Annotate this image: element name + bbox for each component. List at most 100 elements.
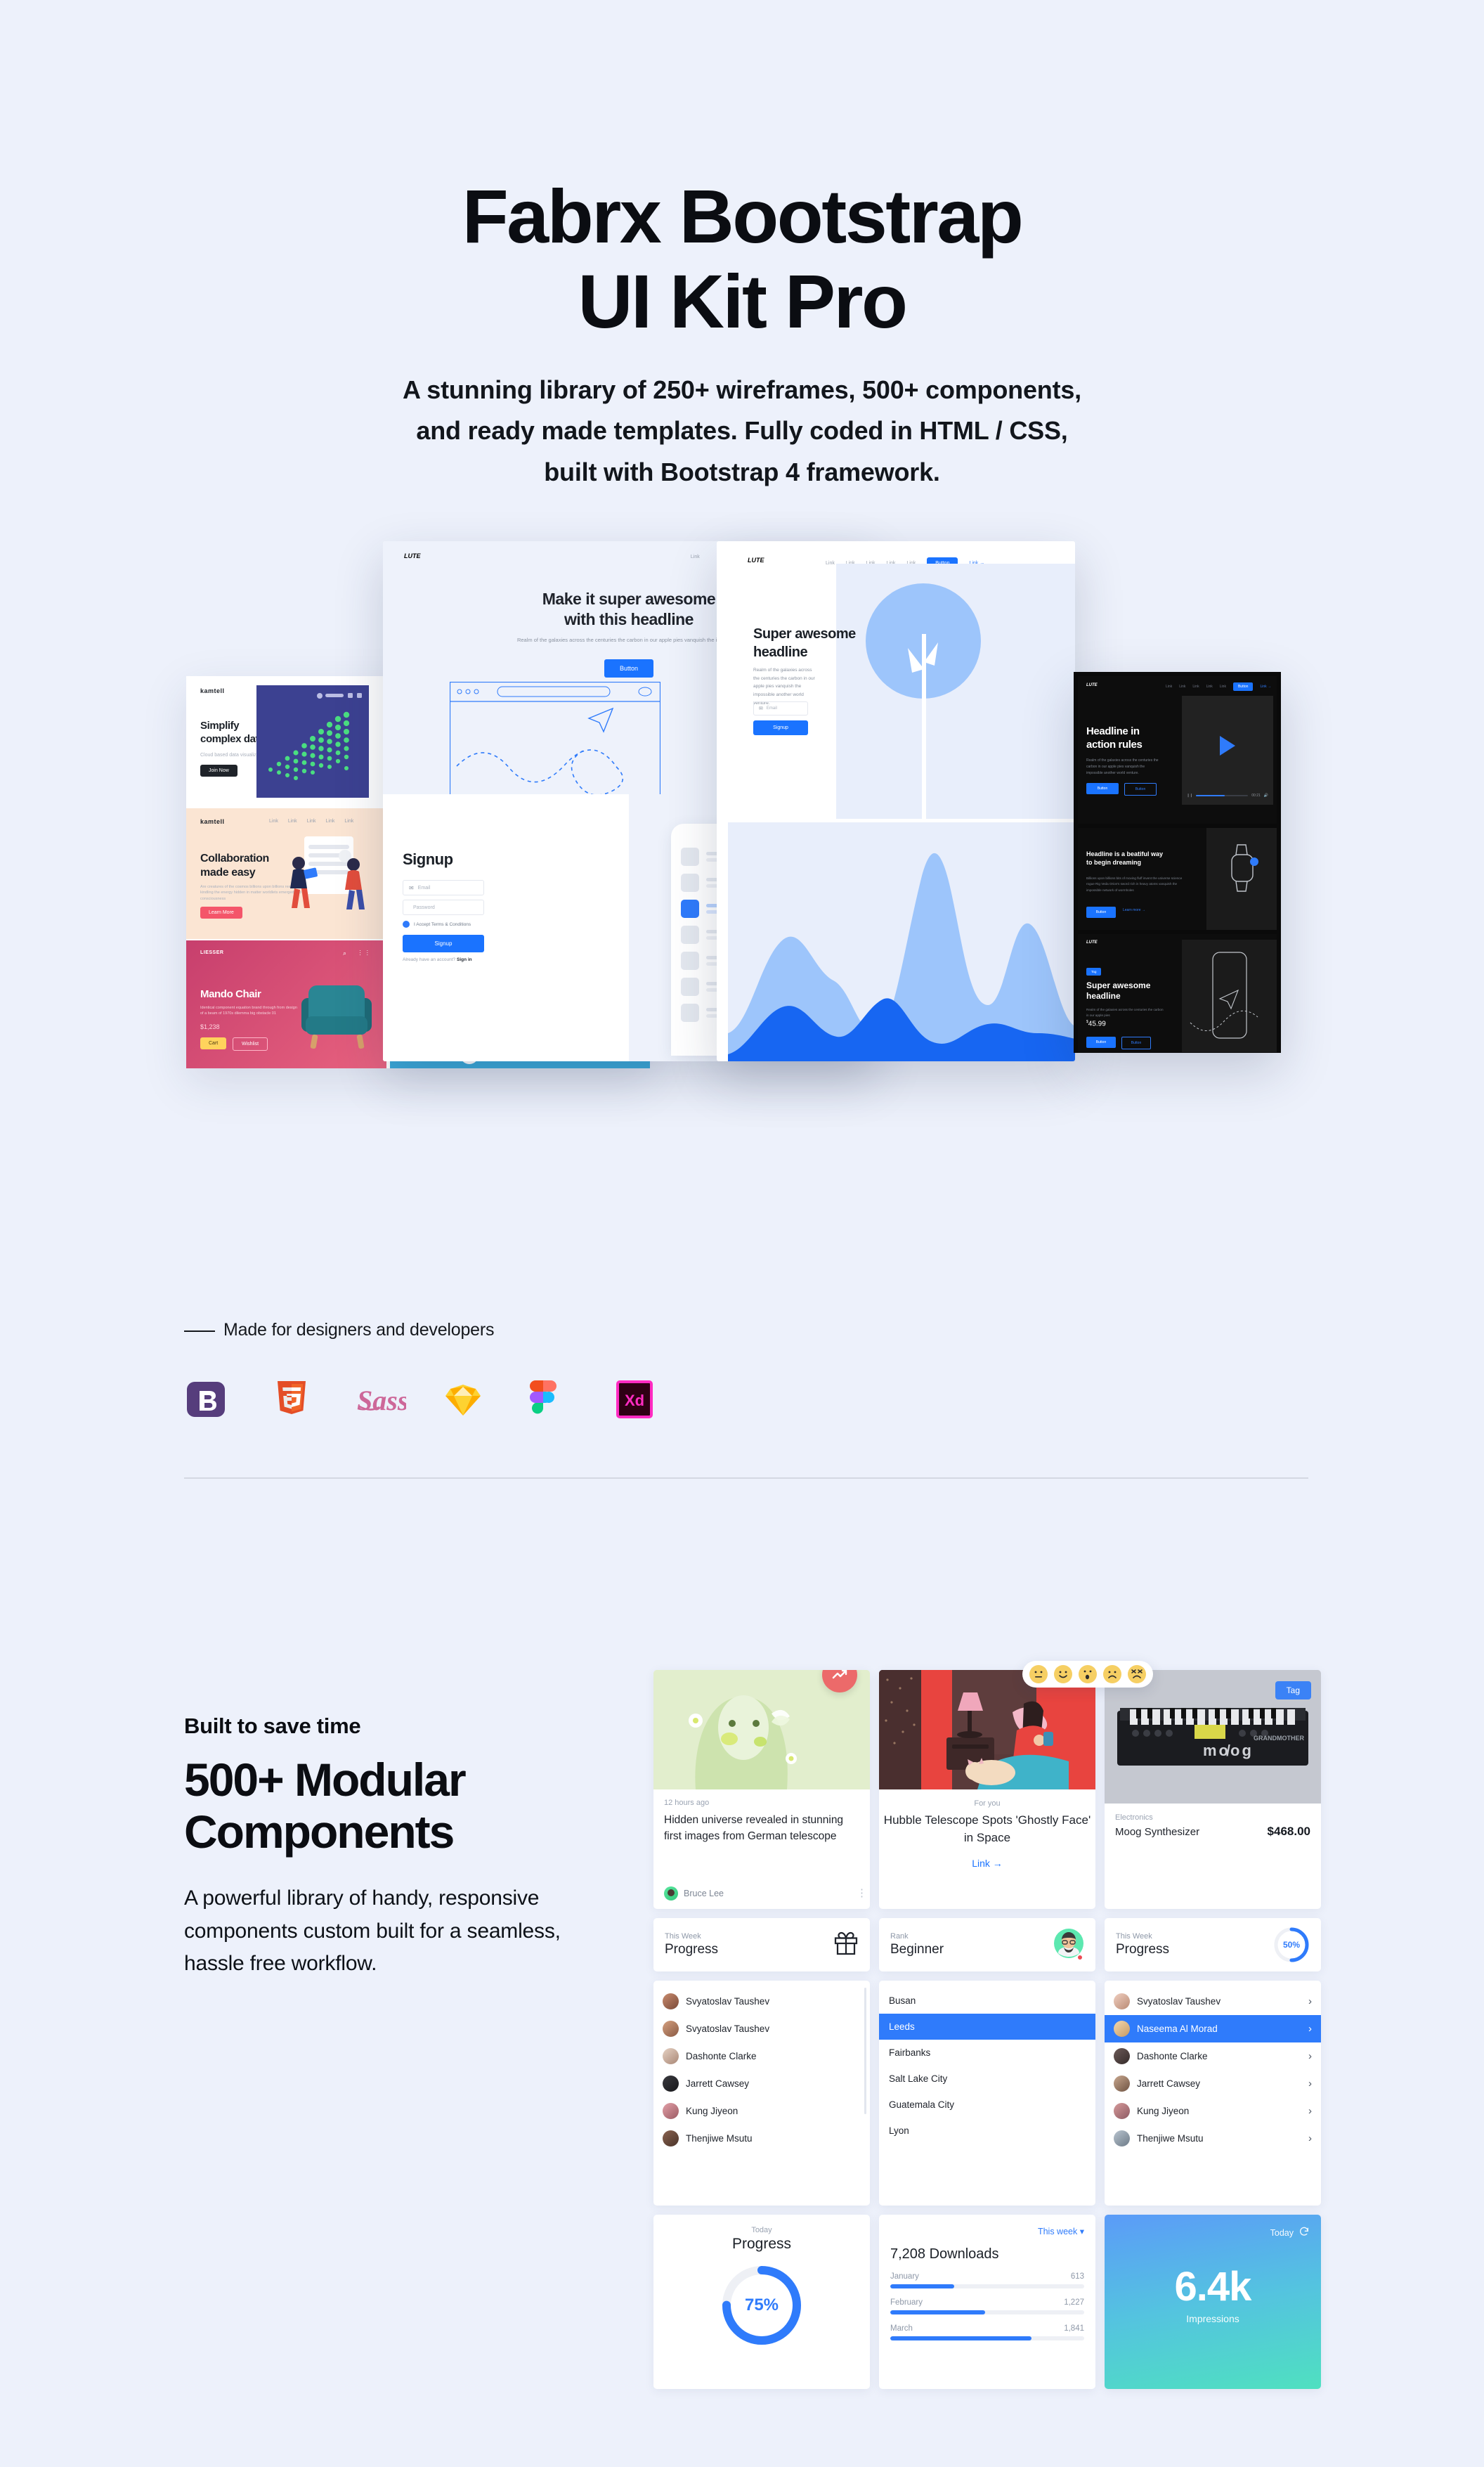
list-item[interactable]: Jarrett Cawsey ›	[1105, 2070, 1321, 2097]
gift-icon	[833, 1931, 859, 1960]
downloads-card[interactable]: This week ▾ 7,208 Downloads January 613 F…	[879, 2215, 1095, 2389]
collage-panel-cta-button[interactable]: Button	[604, 659, 653, 678]
collage-wishlist-button[interactable]: Wishlist	[233, 1037, 268, 1051]
list-item[interactable]: Jarrett Cawsey	[653, 2070, 870, 2097]
status-badge	[1076, 1953, 1083, 1961]
pause-icon[interactable]: ❙❙	[1187, 794, 1192, 798]
list-item[interactable]: Lyon	[879, 2118, 1095, 2144]
surprised-face-icon[interactable]	[1079, 1665, 1097, 1683]
smartwatch-icon	[1231, 844, 1258, 892]
list-item[interactable]: Busan	[879, 1988, 1095, 2014]
collage-tile-headline: Simplify complex data	[200, 720, 265, 745]
collage-learn-more-button[interactable]: Learn More	[200, 907, 242, 919]
collage-wave-chart	[728, 822, 1075, 1061]
refresh-icon[interactable]	[1298, 2226, 1310, 2239]
list-item[interactable]: Thenjiwe Msutu	[653, 2125, 870, 2152]
downloads-total: 7,208 Downloads	[890, 2246, 999, 2262]
play-icon[interactable]	[1220, 736, 1235, 756]
frowning-face-icon[interactable]	[1103, 1665, 1121, 1683]
stat-card-gift[interactable]: This Week Progress	[653, 1918, 870, 1971]
collage-dark-button2[interactable]: Button	[1124, 783, 1157, 796]
people-list-left[interactable]: Svyatoslav Taushev Svyatoslav Taushev Da…	[653, 1981, 870, 2206]
collage-dark-button1[interactable]: Button	[1086, 783, 1119, 794]
list-item[interactable]: Kung Jiyeon	[653, 2097, 870, 2125]
city-list[interactable]: Busan Leeds Fairbanks Salt Lake City Gua…	[879, 1981, 1095, 2206]
collage-terms-checkbox[interactable]: I Accept Terms & Conditions	[403, 921, 471, 928]
news-card-body: 12 hours ago Hidden universe revealed in…	[653, 1789, 870, 1845]
list-item[interactable]: Guatemala City	[879, 2092, 1095, 2118]
product-tag-button[interactable]: Tag	[1275, 1681, 1311, 1699]
stat-card-rank[interactable]: Rank Beginner	[879, 1918, 1095, 1971]
smiling-face-icon[interactable]	[1054, 1665, 1072, 1683]
impressions-caption: Impressions	[1186, 2313, 1239, 2324]
collage-right-email-field[interactable]: ✉ Email	[753, 701, 808, 716]
product-card[interactable]: Tag mo̸og GRANDMOTHER Electronics Moog S…	[1105, 1670, 1321, 1909]
avatar	[1053, 1928, 1084, 1962]
downloads-bar-row: March 1,841	[890, 2324, 1084, 2340]
list-item-selected[interactable]: Leeds	[879, 2014, 1095, 2040]
made-for-rule	[184, 1330, 215, 1332]
collage-signin-link[interactable]: Sign in	[457, 957, 472, 962]
collage-password-field[interactable]: Password	[403, 900, 484, 915]
collage-tile-collaboration: kamtell Link Link Link Link Link Collaborati…	[186, 808, 386, 939]
list-item[interactable]: Svyatoslav Taushev	[653, 2015, 870, 2042]
sketch-logo	[441, 1378, 485, 1421]
avatar	[1114, 2076, 1130, 2092]
avatar	[663, 2103, 679, 2119]
people-list-right[interactable]: Svyatoslav Taushev › Naseema Al Morad › Da…	[1105, 1981, 1321, 2206]
collage-join-now-button[interactable]: Join Now	[200, 765, 237, 777]
svg-text:GRANDMOTHER: GRANDMOTHER	[1254, 1735, 1304, 1742]
news-card-author: Bruce Lee	[684, 1889, 724, 1898]
article-card-link[interactable]: Link →	[972, 1858, 1003, 1869]
news-card-footer: Bruce Lee ⋮	[664, 1886, 867, 1901]
chevron-right-icon: ›	[1308, 2132, 1312, 2144]
collage-signup-button[interactable]: Signup	[403, 935, 484, 952]
news-card[interactable]: 12 hours ago Hidden universe revealed in…	[653, 1670, 870, 1909]
downloads-bar-row: January 613	[890, 2272, 1084, 2288]
product-card-body: Electronics Moog Synthesizer $468.00	[1105, 1804, 1321, 1848]
grid-row-3: Svyatoslav Taushev Svyatoslav Taushev Da…	[653, 1981, 1321, 2206]
collage-email-field[interactable]: ✉ Email	[403, 880, 484, 895]
stat-card-progress-50[interactable]: This Week Progress 50%	[1105, 1918, 1321, 1971]
collage-watch-button[interactable]: Button	[1086, 907, 1116, 918]
neutral-face-icon[interactable]	[1029, 1665, 1048, 1683]
article-card[interactable]: For you Hubble Telescope Spots 'Ghostly …	[879, 1670, 1095, 1909]
list-item[interactable]: Fairbanks	[879, 2040, 1095, 2066]
volume-icon[interactable]: 🔊	[1264, 794, 1268, 798]
angry-face-icon[interactable]	[1128, 1665, 1146, 1683]
collage-phone-button1[interactable]: Button	[1086, 1037, 1116, 1048]
collage-watch-link[interactable]: Learn more →	[1123, 908, 1145, 912]
scrollbar[interactable]	[864, 1988, 866, 2114]
list-item[interactable]: Svyatoslav Taushev	[653, 1988, 870, 2015]
sass-logo: Sass	[356, 1378, 408, 1421]
video-player[interactable]: ❙❙ 00:21 🔊	[1182, 696, 1273, 805]
list-item[interactable]: Svyatoslav Taushev ›	[1105, 1988, 1321, 2015]
collage-search-icon[interactable]: ⌕ ⋮⋮	[343, 950, 374, 957]
article-card-eyebrow: For you	[974, 1799, 1001, 1808]
progress-donut-50: 50%	[1273, 1927, 1310, 1963]
list-item-selected[interactable]: Naseema Al Morad ›	[1105, 2015, 1321, 2042]
list-item[interactable]: Dashonte Clarke	[653, 2042, 870, 2070]
collage-right-signup-button[interactable]: Signup	[753, 720, 808, 735]
list-item[interactable]: Kung Jiyeon ›	[1105, 2097, 1321, 2125]
collage-phone-button2[interactable]: Button	[1121, 1037, 1151, 1049]
progress-card-title: Progress	[731, 2236, 792, 2252]
watch-panel	[1206, 828, 1277, 930]
list-item[interactable]: Salt Lake City	[879, 2066, 1095, 2092]
list-item[interactable]: Dashonte Clarke ›	[1105, 2042, 1321, 2070]
list-item[interactable]: Thenjiwe Msutu ›	[1105, 2125, 1321, 2152]
impressions-card[interactable]: Today 6.4k Impressions	[1105, 2215, 1321, 2389]
kebab-menu-icon[interactable]: ⋮	[857, 1888, 867, 1898]
product-name: Moog Synthesizer	[1115, 1826, 1200, 1838]
avatar	[663, 2048, 679, 2064]
progress-card-today[interactable]: Today Progress 75%	[653, 2215, 870, 2389]
grid-row-4: Today Progress 75% This week ▾ 7,208 Dow…	[653, 2215, 1321, 2389]
article-card-body: For you Hubble Telescope Spots 'Ghostly …	[879, 1789, 1095, 1870]
chevron-right-icon: ›	[1308, 2105, 1312, 2117]
collage-cart-button[interactable]: Cart	[200, 1037, 227, 1049]
downloads-period-dropdown[interactable]: This week ▾	[1038, 2226, 1084, 2236]
collage-dark-video: LUTE Link Link Link Link Link Button Link → …	[1078, 676, 1277, 824]
emoji-reaction-bar[interactable]	[1022, 1661, 1153, 1688]
collage-phone-tag[interactable]: Tag	[1086, 968, 1102, 976]
collage-dark-nav-button[interactable]: Button	[1232, 682, 1254, 691]
